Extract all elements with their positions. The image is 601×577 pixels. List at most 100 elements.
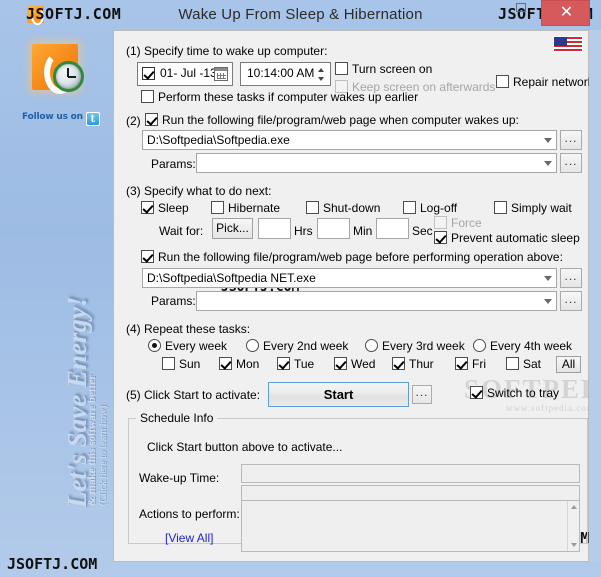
day-tue-label: Tue (294, 357, 315, 371)
day-wed-checkbox[interactable]: Wed (334, 357, 375, 371)
day-sat-checkbox[interactable]: Sat (506, 357, 541, 371)
spinner-down-icon[interactable] (314, 74, 328, 83)
us-flag-icon[interactable] (553, 36, 583, 53)
step2-number: (2) (126, 114, 141, 128)
option-shutdown-checkbox[interactable]: Shut-down (306, 201, 380, 215)
day-tue-box (277, 357, 290, 370)
wait-minutes-input[interactable] (317, 218, 350, 239)
freq-every-2nd-week-radio[interactable]: Every 2nd week (246, 339, 348, 353)
close-icon: ✕ (559, 4, 574, 21)
twitter-icon[interactable]: t (85, 112, 100, 126)
start-button-label: Start (323, 387, 354, 402)
calendar-icon[interactable] (214, 67, 228, 81)
repair-network-checkbox[interactable]: Repair network (496, 75, 594, 89)
freq-every-4th-week-label: Every 4th week (490, 339, 573, 353)
actions-to-perform-field[interactable] (241, 500, 580, 552)
freq-every-week-radio[interactable]: Every week (148, 339, 227, 353)
switch-to-tray-label: Switch to tray (487, 386, 560, 400)
prevent-automatic-sleep-checkbox[interactable]: Prevent automatic sleep (434, 231, 580, 245)
day-sun-checkbox[interactable]: Sun (162, 357, 200, 371)
option-hibernate-label: Hibernate (228, 201, 281, 215)
freq-every-4th-week-radio[interactable]: Every 4th week (473, 339, 572, 353)
option-logoff-label: Log-off (420, 201, 458, 215)
switch-to-tray-box (470, 386, 483, 399)
repair-network-label: Repair network (513, 75, 594, 89)
chevron-down-icon[interactable] (544, 299, 552, 304)
date-enable-checkbox[interactable] (142, 67, 155, 80)
wake-program-combo[interactable]: D:\Softpedia\Softpedia.exe (142, 130, 557, 150)
day-thur-box (392, 357, 405, 370)
day-mon-box (219, 357, 232, 370)
day-fri-box (455, 357, 468, 370)
chevron-down-icon[interactable] (544, 161, 552, 166)
save-energy-hint: (Click here to learn how) (98, 405, 109, 506)
wait-hours-input[interactable] (258, 218, 291, 239)
view-all-link[interactable]: [View All] (165, 531, 213, 545)
day-sat-box (506, 357, 519, 370)
scroll-up-icon[interactable] (571, 505, 577, 509)
save-energy-subline: & make this software better (86, 374, 98, 506)
actions-scrollbar[interactable] (567, 501, 579, 551)
time-spinner[interactable] (314, 65, 328, 83)
wake-date-value: 01- Jul -13 (160, 66, 217, 80)
switch-to-tray-checkbox[interactable]: Switch to tray (470, 386, 559, 400)
freq-every-3rd-week-radio[interactable]: Every 3rd week (365, 339, 465, 353)
start-options-button[interactable]: ... (412, 385, 432, 404)
spinner-up-icon[interactable] (314, 65, 328, 74)
wake-date-field[interactable]: 01- Jul -13 (137, 62, 233, 86)
browse-dots-label: ... (564, 292, 578, 306)
step1-heading: (1) Specify time to wake up computer: (126, 44, 328, 58)
start-button[interactable]: Start (268, 382, 409, 407)
wakeup-time-value-field (241, 464, 580, 483)
wake-params-combo[interactable] (196, 153, 557, 173)
option-sleep-checkbox[interactable]: Sleep (141, 201, 189, 215)
hrs-label: Hrs (294, 224, 313, 238)
day-mon-label: Mon (236, 357, 260, 371)
wake-time-field[interactable]: 10:14:00 AM (240, 62, 331, 86)
perform-earlier-label: Perform these tasks if computer wakes up… (158, 90, 419, 104)
follow-us-link[interactable]: Follow us on t (22, 108, 102, 126)
day-tue-checkbox[interactable]: Tue (277, 357, 314, 371)
run-before-checkbox[interactable]: Run the following file/program/web page … (141, 250, 563, 264)
before-params-browse-button[interactable]: ... (560, 291, 582, 311)
option-logoff-checkbox[interactable]: Log-off (403, 201, 457, 215)
option-simply-wait-checkbox[interactable]: Simply wait (494, 201, 572, 215)
chevron-down-icon[interactable] (544, 138, 552, 143)
pick-button[interactable]: Pick... (212, 218, 253, 239)
perform-earlier-checkbox[interactable]: Perform these tasks if computer wakes up… (141, 90, 418, 104)
wait-seconds-input[interactable] (376, 218, 409, 239)
select-all-days-button[interactable]: All (556, 356, 581, 373)
close-window-button[interactable]: ✕ (541, 0, 590, 26)
option-sleep-label: Sleep (158, 201, 189, 215)
window-right-edge (589, 30, 601, 562)
day-fri-checkbox[interactable]: Fri (455, 357, 486, 371)
chevron-down-icon[interactable] (544, 276, 552, 281)
wait-for-label: Wait for: (159, 224, 204, 238)
radio-circle (365, 339, 378, 352)
before-params-label: Params: (151, 294, 196, 308)
wake-params-browse-button[interactable]: ... (560, 153, 582, 173)
sec-label: Sec (412, 224, 433, 238)
turn-screen-on-checkbox[interactable]: Turn screen on (335, 62, 432, 76)
day-mon-checkbox[interactable]: Mon (219, 357, 259, 371)
option-sleep-box (141, 201, 154, 214)
before-program-browse-button[interactable]: ... (560, 268, 582, 288)
browse-dots-label: ... (564, 269, 578, 283)
before-program-combo[interactable]: D:\Softpedia\Softpedia NET.exe (142, 268, 557, 288)
day-thur-checkbox[interactable]: Thur (392, 357, 434, 371)
step4-heading: (4) Repeat these tasks: (126, 322, 251, 336)
day-sun-box (162, 357, 175, 370)
restore-window-button[interactable] (508, 0, 534, 17)
wake-program-browse-button[interactable]: ... (560, 130, 582, 150)
option-hibernate-checkbox[interactable]: Hibernate (211, 201, 280, 215)
scroll-down-icon[interactable] (571, 543, 577, 547)
step3-heading: (3) Specify what to do next: (126, 184, 272, 198)
save-energy-banner[interactable]: Let's Save Energy! & make this software … (0, 220, 113, 520)
start-options-label: ... (415, 385, 429, 399)
before-params-combo[interactable] (196, 291, 557, 311)
option-simply-wait-label: Simply wait (511, 201, 572, 215)
prevent-automatic-sleep-box (434, 231, 447, 244)
title-bar: JSOFTJ.COM Wake Up From Sleep & Hibernat… (0, 0, 601, 30)
step2-enable-checkbox[interactable]: Run the following file/program/web page … (145, 113, 519, 127)
softpedia-watermark-line2: www.softpedia.com (506, 403, 595, 413)
